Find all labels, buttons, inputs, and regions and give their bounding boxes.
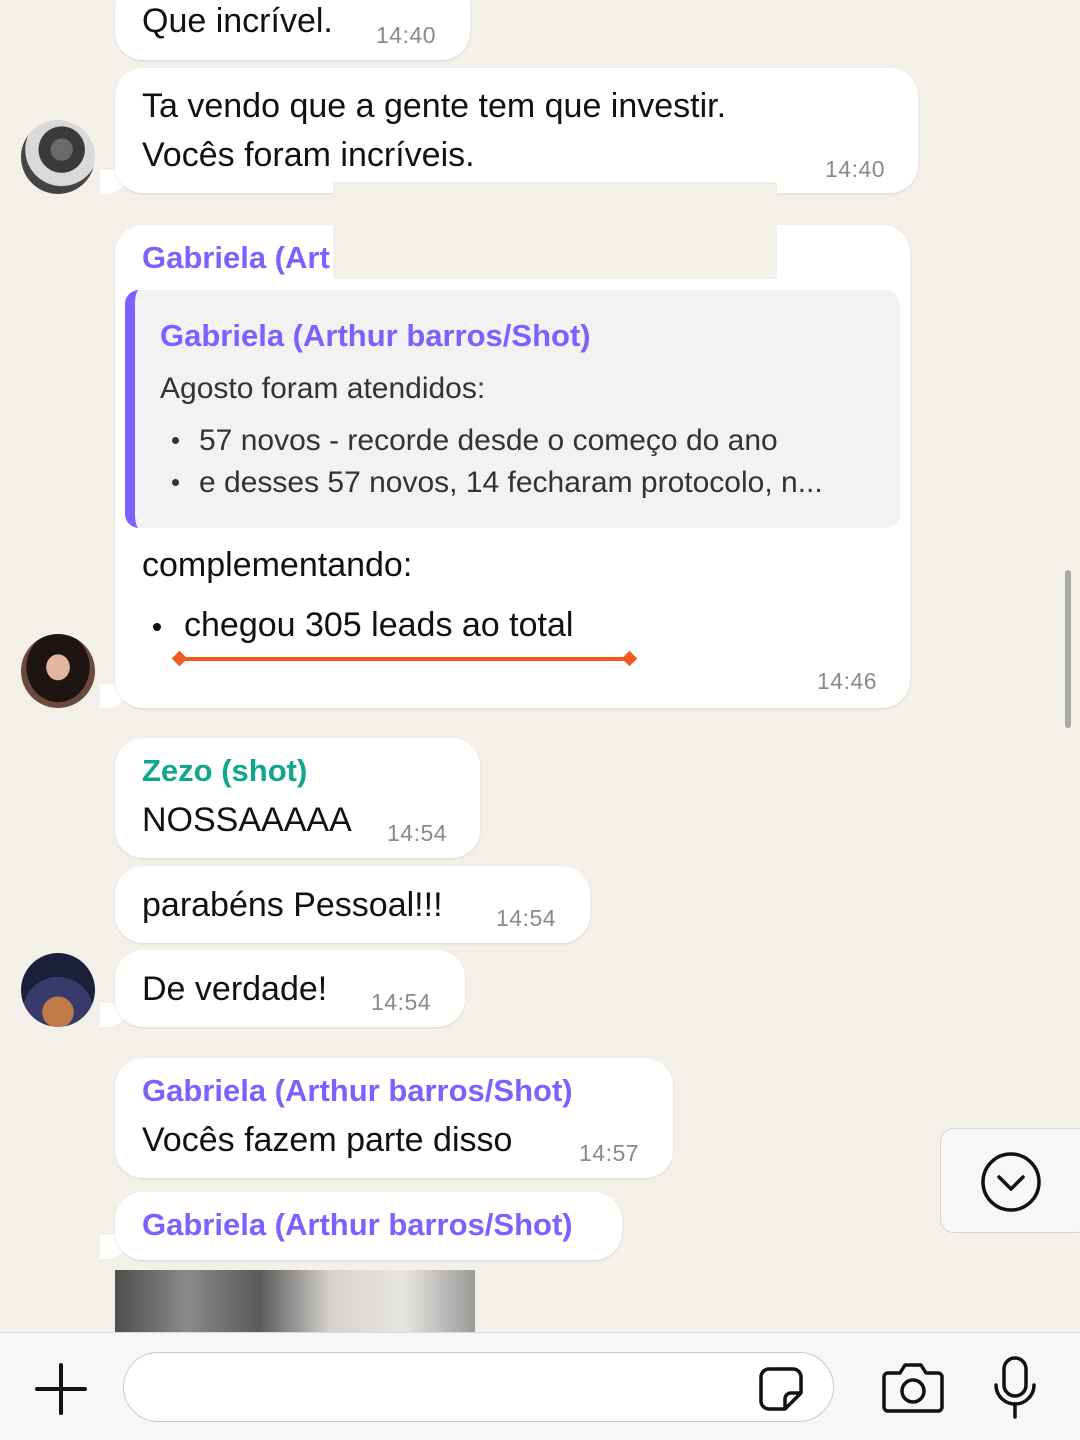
bullet-dot bbox=[153, 623, 161, 631]
message-bubble[interactable]: Que incrível. 14:40 bbox=[115, 0, 470, 60]
message-input[interactable] bbox=[123, 1352, 834, 1422]
message-sender: Gabriela (Art bbox=[142, 240, 330, 275]
message-text: Que incrível. bbox=[142, 2, 333, 40]
message-time: 14:54 bbox=[371, 989, 432, 1015]
avatar-sender[interactable] bbox=[21, 120, 95, 194]
avatar-sender[interactable] bbox=[21, 953, 95, 1027]
underline-annotation bbox=[171, 650, 638, 667]
message-sender: Gabriela (Arthur barros/Shot) bbox=[142, 1073, 573, 1108]
message-time: 14:54 bbox=[496, 905, 557, 931]
message-bubble[interactable]: Ta vendo que a gente tem que investir. V… bbox=[115, 68, 918, 193]
message-time: 14:40 bbox=[825, 156, 886, 182]
message-bubble[interactable]: Zezo (shot) NOSSAAAAA 14:54 bbox=[115, 738, 480, 858]
message-text: NOSSAAAAA bbox=[142, 801, 352, 839]
message-bubble[interactable]: Gabriela (Arthur barros/Shot) bbox=[115, 1192, 622, 1260]
message-bubble[interactable]: Gabriela (Arthur barros/Shot) Vocês faze… bbox=[115, 1058, 673, 1178]
bullet-dot bbox=[172, 437, 179, 444]
message-text: complementando: bbox=[142, 546, 413, 584]
message-text: De verdade! bbox=[142, 970, 328, 1008]
message-bubble[interactable]: parabéns Pessoal!!! 14:54 bbox=[115, 866, 590, 943]
message-bubble[interactable]: Gabriela (Art Gabriela (Arthur barros/Sh… bbox=[115, 225, 910, 708]
redaction-block bbox=[333, 182, 777, 279]
message-time: 14:54 bbox=[387, 820, 448, 846]
scroll-to-bottom-button[interactable] bbox=[940, 1128, 1080, 1233]
message-time: 14:57 bbox=[579, 1140, 640, 1166]
chevron-down-icon bbox=[981, 1152, 1041, 1212]
avatar-sender[interactable] bbox=[21, 634, 95, 708]
camera-icon[interactable] bbox=[882, 1361, 944, 1413]
composer-bar bbox=[0, 1332, 1080, 1440]
message-bullet: chegou 305 leads ao total bbox=[184, 606, 574, 644]
sticker-icon[interactable] bbox=[757, 1365, 805, 1413]
quoted-bullet: 57 novos - recorde desde o começo do ano bbox=[199, 424, 778, 457]
quoted-sender: Gabriela (Arthur barros/Shot) bbox=[160, 318, 591, 353]
media-thumbnail[interactable] bbox=[115, 1270, 475, 1332]
message-text: Vocês fazem parte disso bbox=[142, 1121, 513, 1159]
quoted-bullet: e desses 57 novos, 14 fecharam protocolo… bbox=[199, 466, 823, 499]
message-text: parabéns Pessoal!!! bbox=[142, 886, 443, 924]
plus-icon[interactable] bbox=[33, 1361, 89, 1417]
bullet-dot bbox=[172, 479, 179, 486]
message-time: 14:46 bbox=[817, 668, 878, 694]
message-sender: Gabriela (Arthur barros/Shot) bbox=[142, 1207, 573, 1242]
message-time: 14:40 bbox=[376, 22, 437, 48]
microphone-icon[interactable] bbox=[990, 1355, 1040, 1421]
quoted-message[interactable]: Gabriela (Arthur barros/Shot) Agosto for… bbox=[125, 290, 900, 528]
message-text-line: Ta vendo que a gente tem que investir. bbox=[142, 87, 727, 125]
scroll-indicator[interactable] bbox=[1065, 570, 1071, 728]
message-sender: Zezo (shot) bbox=[142, 753, 308, 788]
quoted-intro: Agosto foram atendidos: bbox=[160, 372, 486, 405]
message-text-line: Vocês foram incríveis. bbox=[142, 136, 475, 174]
message-bubble[interactable]: De verdade! 14:54 bbox=[115, 950, 465, 1027]
